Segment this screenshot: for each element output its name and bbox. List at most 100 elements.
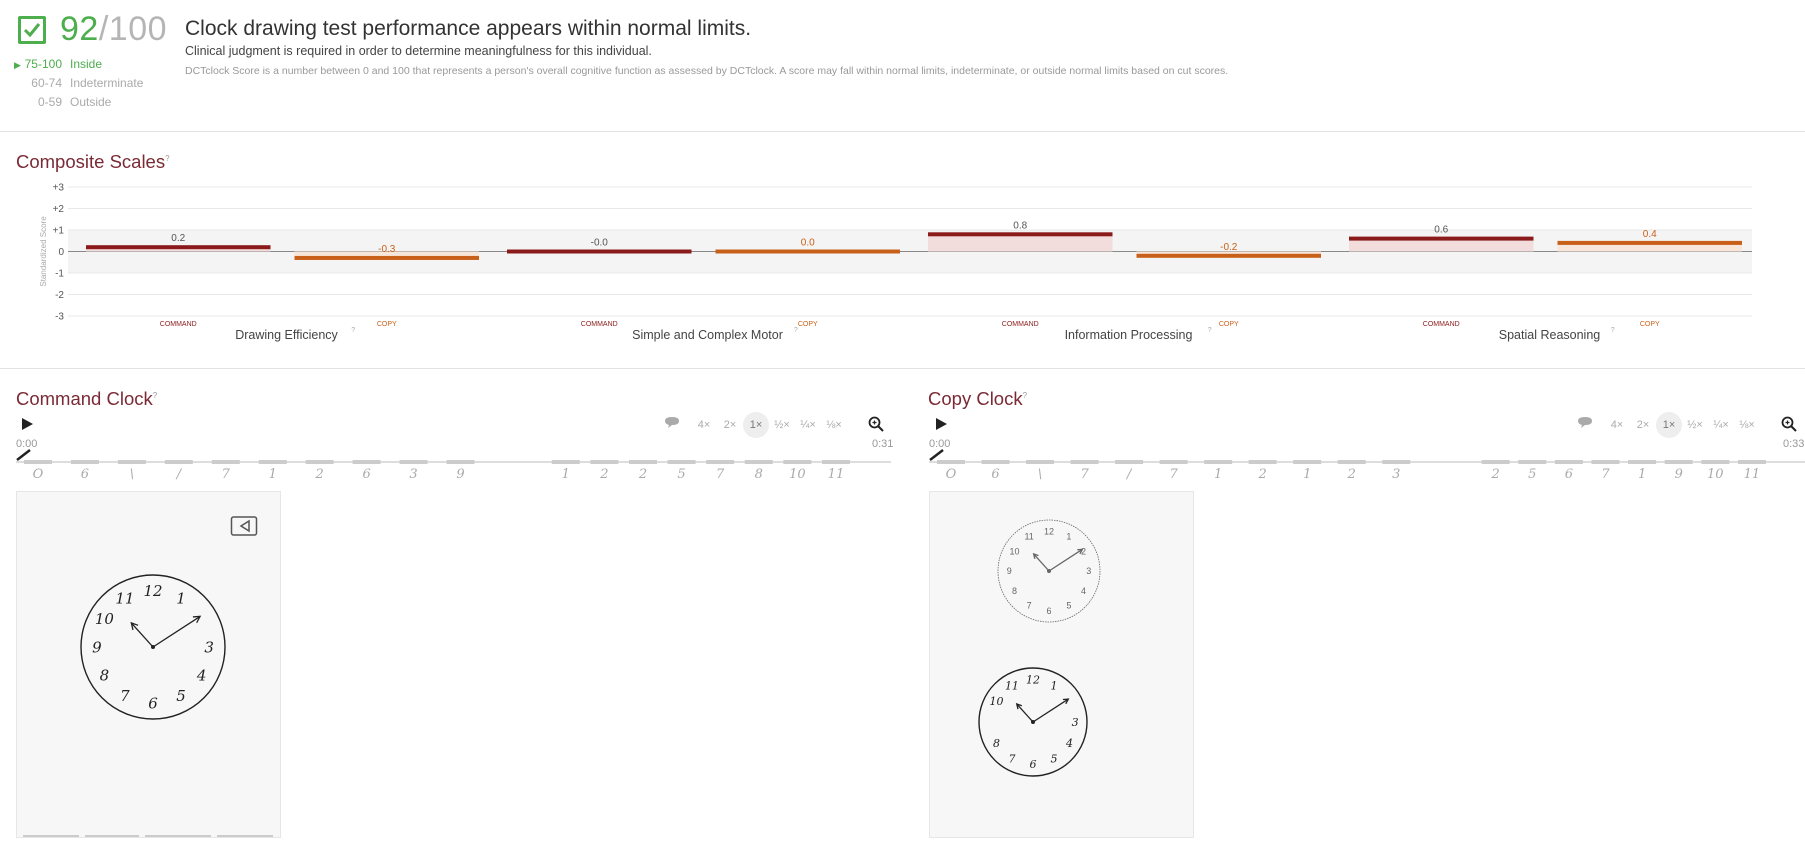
data-label: -0.0 <box>591 238 609 249</box>
legend-range: 75-100 <box>24 57 62 71</box>
stroke-segment[interactable] <box>164 460 193 464</box>
help-icon[interactable]: ? <box>1611 327 1615 334</box>
speed-option[interactable]: 4× <box>691 412 717 438</box>
speed-option[interactable]: 1× <box>743 412 769 438</box>
speed-option[interactable]: 1× <box>1656 412 1682 438</box>
stroke-segment[interactable] <box>1701 460 1730 464</box>
stroke-segment[interactable] <box>211 460 240 464</box>
stroke-segment[interactable] <box>1204 460 1233 464</box>
stroke-segment[interactable] <box>1382 460 1411 464</box>
clock-number: 9 <box>1007 566 1012 576</box>
stroke-segment[interactable] <box>783 460 812 464</box>
stroke-timeline[interactable]: O 6 \ 7 / 7 1 2 1 2 3 2 5 6 7 1 9 10 11 <box>929 458 1805 484</box>
data-label: -0.3 <box>378 244 396 255</box>
stroke-segment[interactable] <box>399 460 428 464</box>
stroke-segment[interactable] <box>1737 460 1766 464</box>
bar-copy[interactable] <box>715 249 901 254</box>
legend-row-indeterminate: 60-74 Indeterminate <box>14 74 143 93</box>
help-icon[interactable]: ? <box>153 391 157 400</box>
stroke-timeline[interactable]: O 6 \ / 7 1 2 6 3 9 1 2 2 5 7 8 10 11 <box>16 458 891 484</box>
composite-scales-chart: +3 +2 +1 0 -1 -2 -3 Standardized Score 0.2 COMMAN… <box>39 183 1752 342</box>
command-clock-title: Command Clock? <box>16 388 158 409</box>
clock-number: 7 <box>120 687 130 705</box>
stroke-segment[interactable] <box>551 460 580 464</box>
stroke-segment[interactable] <box>1115 460 1144 464</box>
bar-fill <box>928 234 1113 252</box>
zoom-icon[interactable] <box>868 416 884 437</box>
replay-icon[interactable] <box>230 514 258 543</box>
stroke-glyph: 11 <box>1744 467 1761 482</box>
hour-hand <box>130 622 154 648</box>
score-slash: / <box>98 10 109 48</box>
stroke-segment[interactable] <box>1481 460 1510 464</box>
stroke-segment[interactable] <box>1248 460 1277 464</box>
speed-option[interactable]: ½× <box>1682 412 1708 438</box>
speed-option[interactable]: 4× <box>1604 412 1630 438</box>
help-icon[interactable]: ? <box>351 327 355 334</box>
minute-hand <box>1048 548 1083 572</box>
speed-option[interactable]: ⅛× <box>1734 412 1760 438</box>
help-icon[interactable]: ? <box>794 327 798 334</box>
stroke-segment[interactable] <box>1591 460 1620 464</box>
stroke-glyph: \ <box>130 467 134 482</box>
stroke-segment[interactable] <box>1070 460 1099 464</box>
stroke-glyph: 7 <box>222 467 231 482</box>
bar-command[interactable] <box>86 245 271 250</box>
speed-option[interactable]: 2× <box>717 412 743 438</box>
stroke-segment[interactable] <box>117 460 146 464</box>
stroke-segment[interactable] <box>305 460 334 464</box>
bar-copy[interactable] <box>294 255 480 260</box>
bar-copy[interactable] <box>1557 240 1743 245</box>
help-icon[interactable]: ? <box>1023 391 1027 400</box>
stroke-segment[interactable] <box>821 460 850 464</box>
stroke-segment[interactable] <box>1293 460 1322 464</box>
clock-number: 5 <box>176 687 186 705</box>
bar-command[interactable] <box>928 232 1113 237</box>
stroke-segment[interactable] <box>937 460 965 464</box>
help-icon[interactable]: ? <box>165 154 169 163</box>
stroke-segment[interactable] <box>1554 460 1583 464</box>
stroke-segment[interactable] <box>1337 460 1366 464</box>
help-icon[interactable]: ? <box>1208 327 1212 334</box>
zoom-icon[interactable] <box>1781 416 1797 437</box>
hand-arrowhead <box>192 615 202 624</box>
bar-copy[interactable] <box>1136 253 1322 258</box>
stroke-segment[interactable] <box>24 460 52 464</box>
bar-command[interactable] <box>507 249 692 254</box>
play-icon[interactable] <box>934 417 948 436</box>
comment-icon[interactable] <box>664 416 680 435</box>
stroke-segment[interactable] <box>258 460 287 464</box>
stroke-segment[interactable] <box>981 460 1010 464</box>
stroke-segment[interactable] <box>628 460 657 464</box>
play-icon[interactable] <box>20 417 34 436</box>
legend-row-inside: ▶ 75-100 Inside <box>14 55 143 74</box>
group-label: Drawing Efficiency <box>235 328 338 342</box>
speed-option[interactable]: ⅛× <box>821 412 847 438</box>
y-tick-label: -2 <box>55 290 64 301</box>
stroke-segment[interactable] <box>706 460 735 464</box>
stroke-segment[interactable] <box>70 460 99 464</box>
legend-range: 0-59 <box>37 95 62 109</box>
stroke-segment[interactable] <box>1664 460 1693 464</box>
speed-option[interactable]: ½× <box>769 412 795 438</box>
stroke-segment[interactable] <box>1026 460 1055 464</box>
stroke-segment[interactable] <box>446 460 475 464</box>
stroke-segment[interactable] <box>1159 460 1188 464</box>
speed-option[interactable]: ¼× <box>795 412 821 438</box>
speed-option[interactable]: ¼× <box>1708 412 1734 438</box>
clock-number: 10 <box>990 695 1004 708</box>
speed-option[interactable]: 2× <box>1630 412 1656 438</box>
clock-number: 4 <box>1081 586 1086 596</box>
stroke-segment[interactable] <box>1518 460 1547 464</box>
bar-command[interactable] <box>1349 236 1534 241</box>
stroke-segment[interactable] <box>1628 460 1657 464</box>
copy-clock-title: Copy Clock? <box>928 388 1028 409</box>
score-legend: ▶ 75-100 Inside 60-74 Indeterminate 0-59 Outsi… <box>14 55 143 112</box>
stroke-segment[interactable] <box>352 460 381 464</box>
stroke-segment[interactable] <box>667 460 696 464</box>
y-tick-label: +1 <box>53 226 65 237</box>
stroke-glyph: 8 <box>755 467 763 482</box>
stroke-segment[interactable] <box>590 460 619 464</box>
stroke-segment[interactable] <box>744 460 773 464</box>
comment-icon[interactable] <box>1577 416 1593 435</box>
